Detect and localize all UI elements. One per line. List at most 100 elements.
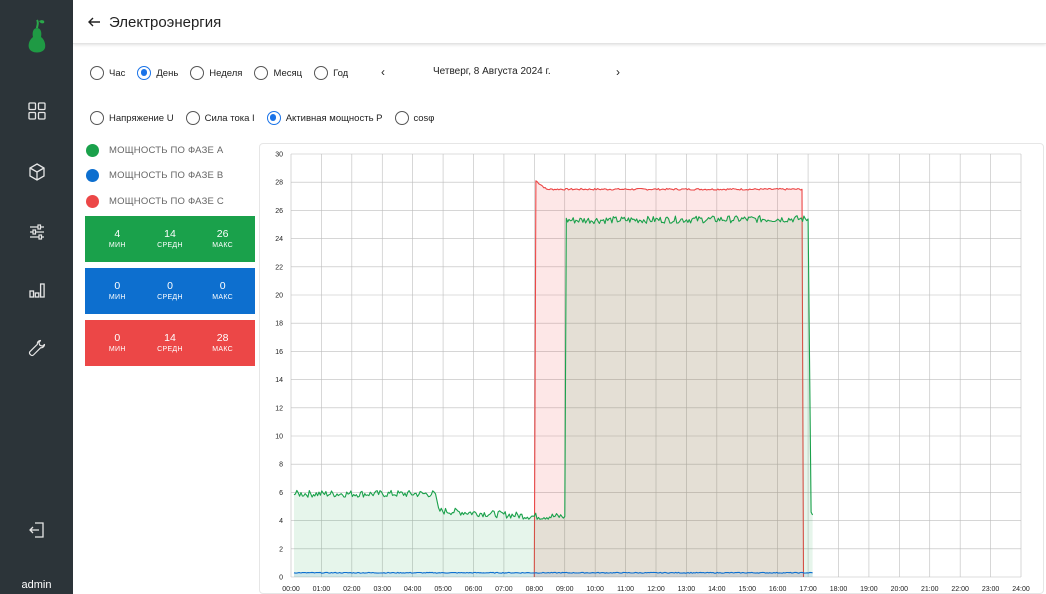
x-tick-label: 19:00: [860, 586, 878, 593]
page-header: Электроэнергия: [73, 0, 1046, 44]
x-tick-label: 16:00: [769, 586, 787, 593]
wrench-icon[interactable]: [0, 328, 73, 368]
x-tick-label: 22:00: [951, 586, 969, 593]
stat-min: 4 МИН: [108, 227, 126, 249]
stats-card-phase-b: 0 МИН 0 СРЕДН 0 МАКС: [85, 268, 255, 314]
legend-dot-icon: [86, 195, 99, 208]
y-tick-label: 6: [279, 490, 283, 497]
x-tick-label: 00:00: [282, 586, 300, 593]
radio-icon: [254, 66, 269, 80]
period-option-day[interactable]: День: [137, 66, 178, 80]
prev-date-button[interactable]: ‹: [376, 65, 390, 79]
y-tick-label: 22: [275, 264, 283, 271]
stat-avg: 14 СРЕДН: [157, 331, 183, 353]
radio-icon: [90, 66, 104, 80]
chevron-right-icon: ›: [616, 65, 620, 79]
y-tick-label: 28: [275, 180, 283, 187]
metric-option-cosphi[interactable]: cosφ: [394, 111, 434, 125]
user-name[interactable]: admin: [0, 576, 73, 594]
dashboard-icon[interactable]: [0, 91, 73, 131]
y-tick-label: 2: [279, 546, 283, 553]
radio-icon: [190, 66, 205, 80]
sliders-icon[interactable]: [0, 212, 73, 252]
logout-icon[interactable]: [0, 510, 73, 550]
legend-dot-icon: [86, 144, 99, 157]
power-chart-svg: 02468101214161820222426283000:00 01:00 02:…: [275, 152, 1030, 594]
radio-icon: [314, 66, 329, 80]
x-tick-label: 08:00: [526, 586, 544, 593]
x-tick-label: 24:00: [1012, 586, 1030, 593]
y-tick-label: 16: [275, 349, 283, 356]
x-tick-label: 09:00: [556, 586, 574, 593]
stat-avg: 14 СРЕДН: [157, 227, 183, 249]
cube-icon[interactable]: [0, 152, 73, 192]
x-tick-label: 05:00: [434, 586, 452, 593]
radio-selected-icon: [266, 111, 281, 125]
stat-min: 0 МИН: [108, 279, 126, 301]
x-tick-label: 20:00: [891, 586, 909, 593]
y-tick-label: 12: [275, 405, 283, 412]
x-tick-label: 11:00: [617, 586, 634, 593]
current-date: Четверг, 8 Августа 2024 г.: [433, 66, 551, 77]
period-option-hour[interactable]: Час: [90, 66, 125, 80]
y-tick-label: 10: [275, 434, 283, 441]
x-tick-label: 14:00: [708, 586, 726, 593]
x-tick-label: 15:00: [738, 586, 756, 593]
y-tick-label: 14: [275, 377, 283, 384]
metric-option-active-power[interactable]: Активная мощность P: [266, 111, 383, 125]
legend-dot-icon: [86, 169, 99, 182]
y-tick-label: 24: [275, 236, 283, 243]
x-tick-label: 17:00: [799, 586, 817, 593]
stat-max: 28 МАКС: [212, 331, 234, 353]
y-tick-label: 4: [279, 518, 283, 525]
x-tick-label: 03:00: [373, 586, 391, 593]
y-tick-label: 20: [275, 293, 283, 300]
page-title: Электроэнергия: [109, 14, 222, 31]
period-selector: Час День Неделя Месяц Год: [90, 66, 360, 80]
period-option-year[interactable]: Год: [314, 66, 348, 80]
power-chart: 0 2 4 6 8 10 12 14 16 18 20 22 24 26 28 30 00:00 01:00 02:…: [259, 143, 1044, 594]
radio-icon: [185, 111, 200, 125]
stat-max: 26 МАКС: [212, 227, 234, 249]
y-tick-label: 18: [275, 321, 283, 328]
sidebar: admin: [0, 0, 73, 594]
x-tick-label: 04:00: [404, 586, 422, 593]
legend-item-phase-c[interactable]: МОЩНОСТЬ ПО ФАЗЕ C: [86, 195, 224, 208]
legend-item-phase-b[interactable]: МОЩНОСТЬ ПО ФАЗЕ B: [86, 169, 223, 182]
pear-logo-icon[interactable]: [0, 8, 73, 66]
y-tick-label: 0: [279, 575, 283, 582]
stat-avg: 0 СРЕДН: [157, 279, 183, 301]
x-tick-label: 12:00: [647, 586, 665, 593]
x-tick-label: 13:00: [678, 586, 696, 593]
metric-selector: Напряжение U Сила тока I Активная мощнос…: [90, 111, 446, 125]
x-tick-label: 02:00: [343, 586, 361, 593]
stats-card-phase-a: 4 МИН 14 СРЕДН 26 МАКС: [85, 216, 255, 262]
app-root: admin Электроэнергия Час День Неделя Мес…: [0, 0, 1046, 594]
period-option-week[interactable]: Неделя: [190, 66, 242, 80]
x-tick-label: 21:00: [921, 586, 939, 593]
x-tick-label: 06:00: [465, 586, 483, 593]
period-option-month[interactable]: Месяц: [254, 66, 302, 80]
y-tick-label: 26: [275, 208, 283, 215]
metric-option-current[interactable]: Сила тока I: [185, 111, 255, 125]
stat-max: 0 МАКС: [212, 279, 234, 301]
chevron-left-icon: ‹: [381, 65, 385, 79]
radio-icon: [90, 111, 104, 125]
y-tick-label: 30: [275, 152, 283, 159]
stat-min: 0 МИН: [108, 331, 126, 353]
x-tick-label: 01:00: [313, 586, 331, 593]
stats-card-phase-c: 0 МИН 14 СРЕДН 28 МАКС: [85, 320, 255, 366]
x-tick-label: 23:00: [982, 586, 1000, 593]
metric-option-voltage[interactable]: Напряжение U: [90, 111, 174, 125]
series-line-1: [293, 571, 813, 574]
legend-item-phase-a[interactable]: МОЩНОСТЬ ПО ФАЗЕ A: [86, 144, 223, 157]
back-arrow-icon[interactable]: [83, 11, 105, 33]
y-tick-label: 8: [279, 462, 283, 469]
radio-icon: [394, 111, 409, 125]
radio-selected-icon: [137, 66, 152, 80]
next-date-button[interactable]: ›: [611, 65, 625, 79]
x-tick-label: 18:00: [830, 586, 848, 593]
x-tick-label: 10:00: [586, 586, 604, 593]
bar-chart-icon[interactable]: [0, 270, 73, 310]
x-tick-label: 07:00: [495, 586, 513, 593]
